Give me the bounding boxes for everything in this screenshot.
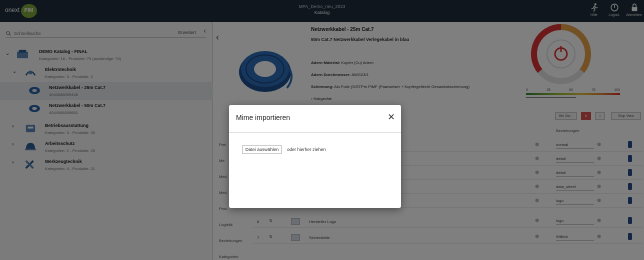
choose-file-button[interactable]: Datei auswählen xyxy=(242,145,282,154)
import-media-dialog: Mime importieren ✕ Datei auswählen oder … xyxy=(229,105,401,208)
drop-zone-text: oder hierher ziehen xyxy=(287,147,326,152)
dialog-divider xyxy=(229,132,401,133)
dialog-title: Mime importieren xyxy=(236,115,291,122)
close-icon[interactable]: ✕ xyxy=(387,113,395,122)
